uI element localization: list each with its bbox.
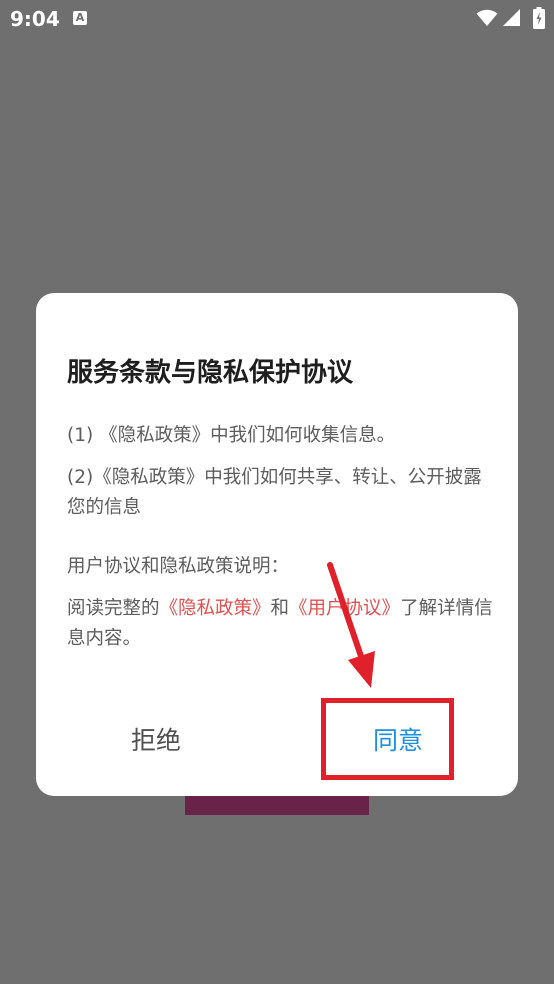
annotation-highlight-box bbox=[321, 698, 454, 780]
reject-button[interactable]: 拒绝 bbox=[131, 721, 181, 757]
desc-and: 和 bbox=[270, 598, 290, 619]
signal-icon bbox=[503, 9, 520, 26]
privacy-item-1: (1) 《隐私政策》中我们如何收集信息。 bbox=[67, 425, 396, 446]
notification-a-icon: A bbox=[73, 11, 87, 25]
privacy-policy-link[interactable]: 《隐私政策》 bbox=[160, 598, 271, 619]
privacy-item-2: (2)《隐私政策》中我们如何共享、转让、公开披露您的信息 bbox=[67, 467, 482, 518]
dialog-title: 服务条款与隐私保护协议 bbox=[67, 358, 354, 388]
desc-prefix: 阅读完整的 bbox=[67, 598, 160, 619]
agreement-description: 阅读完整的《隐私政策》和《用户协议》了解详情信息内容。 bbox=[67, 594, 497, 654]
wifi-icon bbox=[476, 9, 498, 26]
status-time: 9:04 bbox=[10, 7, 60, 31]
battery-icon bbox=[533, 7, 545, 29]
section-title: 用户协议和隐私政策说明： bbox=[67, 556, 290, 577]
status-bar: 9:04 A bbox=[0, 0, 554, 36]
annotation-arrow-icon bbox=[327, 562, 375, 688]
